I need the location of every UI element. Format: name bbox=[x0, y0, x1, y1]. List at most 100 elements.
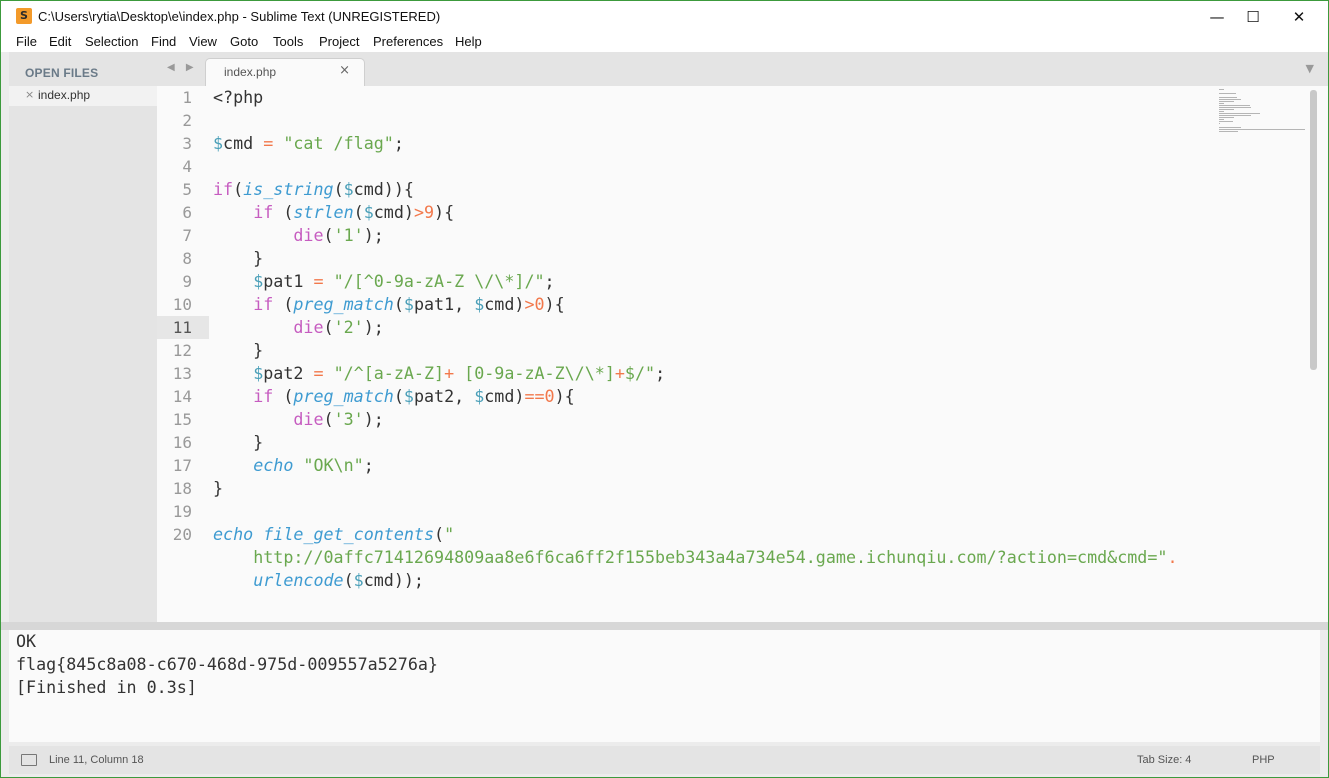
line-number[interactable]: 20 bbox=[157, 523, 192, 546]
code-line[interactable]: if(is_string($cmd)){ bbox=[213, 178, 414, 201]
line-number-gutter[interactable]: 1 2 3 4 5 6 7 8 9 10 11 12 13 14 15 16 17 18 19 20 bbox=[157, 86, 209, 622]
open-files-header: OPEN FILES bbox=[25, 66, 99, 80]
maximize-button[interactable]: ☐ bbox=[1230, 1, 1276, 32]
code-token: $ bbox=[343, 179, 354, 199]
line-number[interactable]: 18 bbox=[157, 477, 192, 500]
sidebar: OPEN FILES × index.php bbox=[9, 52, 157, 622]
menu-file[interactable]: File bbox=[16, 34, 37, 49]
minimap[interactable] bbox=[1217, 86, 1312, 146]
line-number[interactable]: 4 bbox=[157, 155, 192, 178]
line-number[interactable]: 10 bbox=[157, 293, 192, 316]
code-token: ); bbox=[363, 409, 384, 429]
code-token: ( bbox=[323, 409, 334, 429]
code-line[interactable]: if (preg_match($pat1, $cmd)>0){ bbox=[213, 293, 564, 316]
code-line[interactable]: $cmd = "cat /flag"; bbox=[213, 132, 404, 155]
code-token: cmd)){ bbox=[353, 179, 414, 199]
code-token: "/^[a-zA-Z] bbox=[333, 363, 445, 383]
code-line[interactable]: } bbox=[213, 247, 263, 270]
editor-scrollbar[interactable] bbox=[1310, 90, 1317, 370]
code-token: $ bbox=[363, 202, 374, 222]
line-number[interactable]: 6 bbox=[157, 201, 192, 224]
menu-find[interactable]: Find bbox=[151, 34, 176, 49]
tab-nav-arrows-icon[interactable]: ◀ ▶ bbox=[167, 62, 198, 73]
code-token: $ bbox=[353, 570, 364, 590]
line-number[interactable]: 15 bbox=[157, 408, 192, 431]
minimap-line bbox=[1219, 97, 1237, 98]
code-line[interactable]: if (strlen($cmd)>9){ bbox=[213, 201, 454, 224]
code-token: '1' bbox=[333, 225, 364, 245]
menu-help[interactable]: Help bbox=[455, 34, 482, 49]
panel-toggle-icon[interactable] bbox=[21, 754, 37, 766]
code-line[interactable]: } bbox=[213, 339, 263, 362]
code-line[interactable]: $pat2 = "/^[a-zA-Z]+ [0-9a-zA-Z\/\*]+$/"… bbox=[213, 362, 665, 385]
tab-index-php[interactable]: index.php × bbox=[205, 58, 365, 87]
code-token: pat1 bbox=[263, 271, 314, 291]
minimap-line bbox=[1219, 113, 1260, 114]
minimap-line bbox=[1219, 129, 1306, 130]
code-line[interactable]: } bbox=[213, 477, 223, 500]
tab-size-indicator[interactable]: Tab Size: 4 bbox=[1137, 754, 1191, 766]
line-number[interactable]: 11 bbox=[157, 316, 192, 339]
code-line[interactable]: die('3'); bbox=[213, 408, 384, 431]
close-file-icon[interactable]: × bbox=[25, 88, 34, 101]
code-token: ( bbox=[323, 317, 334, 337]
code-token: cmd bbox=[223, 133, 264, 153]
line-number[interactable]: 1 bbox=[157, 86, 192, 109]
close-window-button[interactable]: ✕ bbox=[1276, 1, 1322, 32]
code-line[interactable]: <?php bbox=[213, 86, 263, 109]
code-line[interactable]: urlencode($cmd)); bbox=[213, 569, 424, 592]
code-line[interactable]: die('1'); bbox=[213, 224, 383, 247]
code-token: ( bbox=[273, 386, 294, 406]
code-token: ( bbox=[333, 179, 344, 199]
tab-dropdown-icon[interactable]: ▼ bbox=[1306, 62, 1314, 75]
tab-close-icon[interactable]: × bbox=[339, 63, 350, 78]
code-line[interactable]: http://0affc71412694809aa8e6f6ca6ff2f155… bbox=[213, 546, 1177, 569]
code-token: cmd)); bbox=[363, 570, 424, 590]
menu-preferences[interactable]: Preferences bbox=[373, 34, 443, 49]
code-token: } bbox=[213, 340, 264, 360]
menu-selection[interactable]: Selection bbox=[85, 34, 138, 49]
line-number[interactable]: 5 bbox=[157, 178, 192, 201]
output-line: [Finished in 0.3s] bbox=[16, 677, 197, 697]
minimap-line bbox=[1219, 109, 1235, 110]
line-number[interactable]: 13 bbox=[157, 362, 192, 385]
minimap-line bbox=[1219, 105, 1250, 106]
line-number[interactable]: 19 bbox=[157, 500, 192, 523]
menu-project[interactable]: Project bbox=[319, 34, 359, 49]
code-line[interactable]: if (preg_match($pat2, $cmd)==0){ bbox=[213, 385, 575, 408]
code-line[interactable]: die('2'); bbox=[213, 316, 383, 339]
line-number[interactable]: 16 bbox=[157, 431, 192, 454]
sidebar-file-index-php[interactable]: × index.php bbox=[9, 86, 157, 106]
line-number[interactable]: 14 bbox=[157, 385, 192, 408]
line-number[interactable]: 3 bbox=[157, 132, 192, 155]
code-line[interactable]: } bbox=[213, 431, 263, 454]
line-number[interactable]: 9 bbox=[157, 270, 192, 293]
menu-view[interactable]: View bbox=[189, 34, 217, 49]
code-editor[interactable]: 1 2 3 4 5 6 7 8 9 10 11 12 13 14 15 16 17 18 19 20 <?php $cm… bbox=[157, 86, 1328, 622]
line-number[interactable]: 12 bbox=[157, 339, 192, 362]
code-line[interactable]: echo "OK\n"; bbox=[213, 454, 374, 477]
panel-splitter[interactable] bbox=[1, 622, 1328, 630]
line-number[interactable]: 8 bbox=[157, 247, 192, 270]
line-number[interactable]: 17 bbox=[157, 454, 192, 477]
code-token: $ bbox=[403, 294, 414, 314]
output-line: flag{845c8a08-c670-468d-975d-009557a5276… bbox=[16, 654, 438, 674]
line-number[interactable]: 2 bbox=[157, 109, 192, 132]
syntax-indicator[interactable]: PHP bbox=[1252, 754, 1275, 766]
code-token: "/[^0-9a-zA-Z \/\*]/" bbox=[333, 271, 545, 291]
menu-edit[interactable]: Edit bbox=[49, 34, 71, 49]
menu-goto[interactable]: Goto bbox=[230, 34, 258, 49]
code-line[interactable]: echo file_get_contents(" bbox=[213, 523, 454, 546]
line-number[interactable]: 7 bbox=[157, 224, 192, 247]
menu-tools[interactable]: Tools bbox=[273, 34, 303, 49]
code-line[interactable]: $pat1 = "/[^0-9a-zA-Z \/\*]/"; bbox=[213, 270, 554, 293]
build-output-panel[interactable]: OK flag{845c8a08-c670-468d-975d-009557a5… bbox=[9, 630, 1320, 742]
minimap-line bbox=[1219, 121, 1234, 122]
title-bar[interactable]: S C:\Users\rytia\Desktop\e\index.php - S… bbox=[1, 1, 1328, 32]
code-token: die bbox=[293, 409, 324, 429]
code-token: ( bbox=[393, 386, 404, 406]
code-token: $ bbox=[403, 386, 414, 406]
